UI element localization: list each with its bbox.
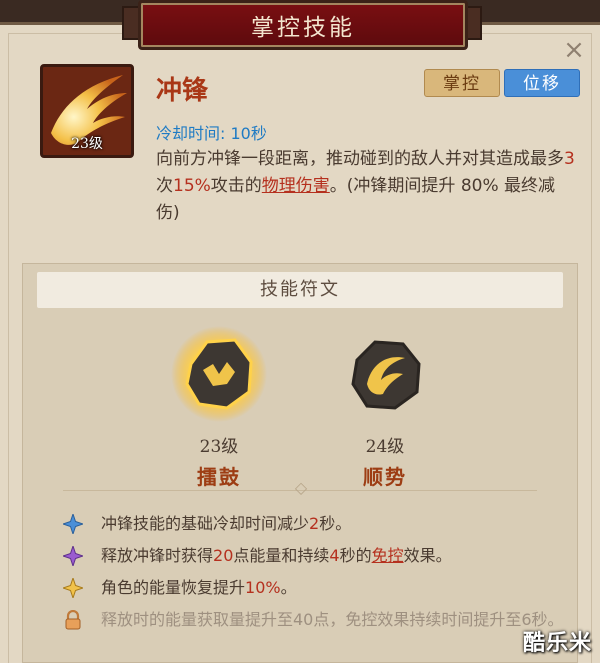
effect-text: 角色的能量恢复提升: [101, 578, 246, 597]
momentum-rune-icon: [351, 340, 421, 410]
gold-star-icon: [63, 578, 83, 598]
rune-item-momentum[interactable]: 24级 顺势: [335, 324, 435, 490]
rune-level: 24级: [365, 437, 405, 457]
rune-item-drumbeat[interactable]: 23级 擂鼓: [169, 324, 269, 490]
effect-text: 释放时的能量获取量提升至40点，免控效果持续时间提升至6秒。: [101, 610, 564, 629]
immunity-link[interactable]: 免控: [372, 546, 404, 565]
skill-name: 冲锋: [156, 76, 209, 106]
effect-text: 点能量和持续: [233, 546, 330, 565]
skill-description: 向前方冲锋一段距离，推动碰到的敌人并对其造成最多3次15%攻击的物理伤害。(冲锋…: [156, 146, 576, 227]
effect-text: 冲锋技能的基础冷却时间减少: [101, 514, 310, 533]
tag-control: 掌控: [424, 69, 500, 97]
effect-text: 释放冲锋时获得: [101, 546, 214, 565]
skill-runes-section: 技能符文 23级 擂鼓 24级 顺势 ◇ 冲锋技能的基础冷却时间减少2秒。 释放…: [22, 263, 578, 663]
skill-cooldown: 冷却时间: 10秒: [156, 124, 267, 143]
chevron-down-icon: ◇: [294, 478, 308, 497]
skill-level: 23级: [71, 136, 103, 152]
rune-level: 23级: [199, 437, 239, 457]
close-button[interactable]: ×: [562, 37, 586, 63]
rune-name: 擂鼓: [197, 465, 241, 489]
desc-hit-count: 3: [564, 149, 575, 169]
effect-value: 4: [329, 546, 340, 565]
physical-damage-link[interactable]: 物理伤害: [262, 176, 330, 196]
desc-text-1: 向前方冲锋一段距离，推动碰到的敌人并对其造成最多: [156, 149, 564, 169]
watermark-text: 酷乐米: [522, 631, 592, 656]
effect-text: 秒的: [339, 546, 372, 565]
rune-name: 顺势: [363, 465, 407, 489]
effect-text: 。: [280, 578, 297, 597]
drum-rune-icon: [171, 326, 267, 422]
purple-star-icon: [63, 546, 83, 566]
effect-value: 2: [309, 514, 320, 533]
effect-value: 20: [213, 546, 234, 565]
desc-text-3: 攻击的: [210, 176, 262, 196]
skill-icon-charge: 23级: [40, 64, 134, 158]
tag-move: 位移: [504, 69, 580, 97]
effect-text: 效果。: [403, 546, 452, 565]
effect-value: 10%: [245, 578, 281, 597]
desc-text-2: 次: [156, 176, 173, 196]
dialog-title: 掌控技能: [138, 0, 468, 50]
effect-text: 秒。: [319, 514, 352, 533]
runes-header: 技能符文: [37, 272, 563, 308]
desc-damage-percent: 15%: [173, 176, 211, 196]
lock-icon: [65, 610, 81, 630]
blue-star-icon: [63, 514, 83, 534]
